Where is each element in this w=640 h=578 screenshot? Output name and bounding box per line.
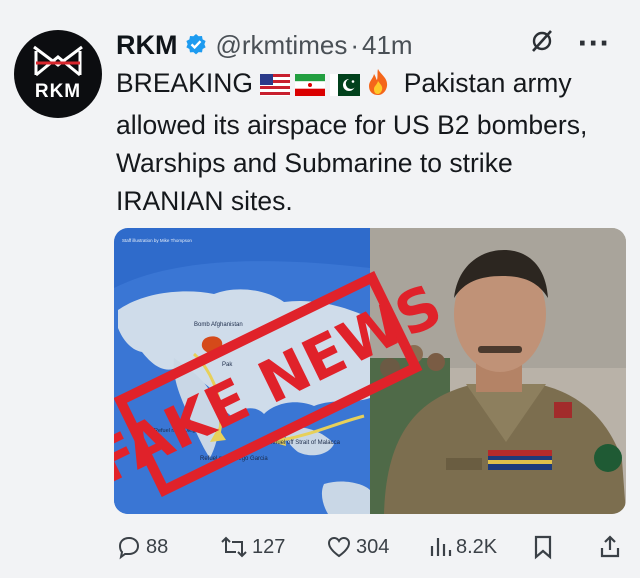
- avatar-label: RKM: [34, 81, 82, 102]
- views-chart-icon: [430, 538, 452, 556]
- separator-dot: ·: [350, 29, 359, 60]
- us-flag-emoji: [260, 68, 291, 106]
- map-label-bomb: Bomb Afghanistan: [194, 322, 243, 328]
- more-options-icon[interactable]: ···: [577, 29, 610, 59]
- reply-button[interactable]: 88: [116, 534, 168, 560]
- tweet-media[interactable]: Staff illustration by Mike Thompson Bomb…: [114, 228, 626, 514]
- like-count: 304: [356, 535, 390, 558]
- reply-count: 88: [146, 535, 169, 558]
- tweet-header: RKM @rkmtimes · 41m ···: [116, 26, 626, 64]
- author-name[interactable]: RKM: [116, 30, 178, 61]
- tweet-text: BREAKING Pakistan army allowed its airsp…: [116, 64, 626, 220]
- repost-icon: [221, 536, 247, 558]
- tweet-card[interactable]: RKM RKM @rkmtimes · 41m ··· BREAKING Pak…: [0, 0, 640, 578]
- author-handle[interactable]: @rkmtimes: [216, 30, 348, 61]
- views-count: 8.2K: [456, 535, 498, 558]
- share-button[interactable]: [598, 534, 622, 560]
- views-button[interactable]: 8.2K: [428, 534, 497, 560]
- tweet-lead: BREAKING: [116, 68, 253, 98]
- repost-count: 127: [252, 535, 286, 558]
- share-icon: [600, 535, 620, 558]
- grok-icon[interactable]: [529, 28, 555, 60]
- bookmark-icon: [534, 535, 552, 560]
- avatar[interactable]: RKM: [14, 30, 102, 118]
- verified-badge-icon: [184, 33, 208, 57]
- pakistan-flag-emoji: [330, 68, 361, 106]
- fire-emoji: [365, 68, 391, 106]
- map-label-refuel-malacca: Refuel off Strait of Malacca: [268, 440, 341, 446]
- map-header-label: Staff illustration by Mike Thompson: [122, 238, 192, 243]
- heart-icon: [327, 536, 351, 558]
- bookmark-button[interactable]: [532, 534, 554, 560]
- iran-flag-emoji: [295, 68, 326, 106]
- rkm-logo-icon: [33, 45, 83, 77]
- reply-icon: [118, 536, 140, 560]
- media-image: Staff illustration by Mike Thompson Bomb…: [114, 228, 626, 514]
- header-actions: ···: [529, 28, 610, 60]
- tweet-actions: 88 127 304 8.2K: [116, 530, 626, 564]
- repost-button[interactable]: 127: [220, 534, 285, 560]
- like-button[interactable]: 304: [326, 534, 389, 560]
- post-time[interactable]: 41m: [362, 30, 413, 61]
